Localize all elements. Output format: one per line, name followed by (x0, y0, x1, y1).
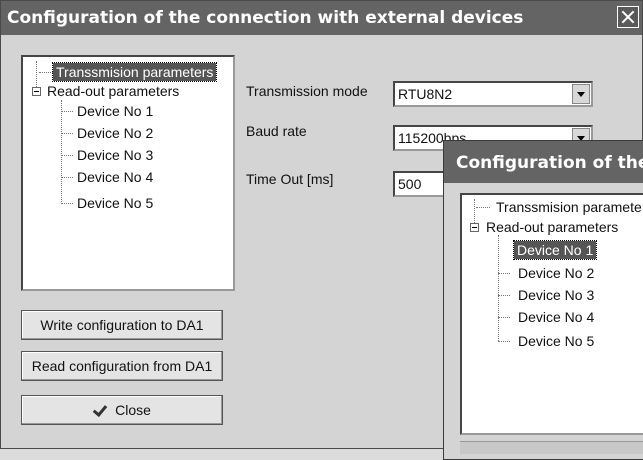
main-tree-view[interactable]: Transsmision parameters Read-out paramet… (21, 55, 235, 291)
overlay-tree-item-device-4[interactable]: Device No 4 (518, 308, 594, 326)
overlay-window-titlebar[interactable]: Configuration of the c (444, 141, 643, 183)
tree-item-device-4[interactable]: Device No 4 (77, 168, 153, 186)
overlay-config-window: Configuration of the c Transsmision para… (443, 140, 643, 460)
transmission-mode-value: RTU8N2 (398, 86, 453, 102)
overlay-tree-item-device-1[interactable]: Device No 1 (512, 240, 598, 260)
close-icon[interactable] (617, 6, 639, 28)
baud-rate-label: Baud rate (246, 123, 307, 139)
tree-item-transmission[interactable]: Transsmision parameters (51, 62, 218, 82)
tree-item-readout[interactable]: Read-out parameters (47, 82, 179, 100)
tree-item-device-5[interactable]: Device No 5 (77, 194, 153, 212)
main-window-titlebar[interactable]: Configuration of the connection with ext… (1, 1, 642, 35)
overlay-tree-view[interactable]: Transsmision paramete Read-out parameter… (460, 193, 643, 435)
tree-item-device-3[interactable]: Device No 3 (77, 146, 153, 164)
overlay-bottom-strip (460, 441, 643, 454)
write-config-button[interactable]: Write configuration to DA1 (21, 310, 223, 340)
tree-item-device-2[interactable]: Device No 2 (77, 124, 153, 142)
overlay-tree-item-transmission[interactable]: Transsmision paramete (496, 198, 642, 216)
overlay-tree-item-device-2[interactable]: Device No 2 (518, 264, 594, 282)
read-config-button[interactable]: Read configuration from DA1 (21, 351, 223, 381)
overlay-window-title: Configuration of the c (456, 153, 643, 173)
tree-item-device-1[interactable]: Device No 1 (77, 102, 153, 120)
overlay-tree-item-readout[interactable]: Read-out parameters (486, 218, 618, 236)
transmission-mode-label: Transmission mode (246, 83, 368, 99)
collapse-icon[interactable] (470, 223, 479, 232)
timeout-label: Time Out [ms] (246, 171, 334, 187)
overlay-tree-item-device-5[interactable]: Device No 5 (518, 332, 594, 350)
transmission-mode-select[interactable]: RTU8N2 (393, 81, 593, 107)
main-window-title: Configuration of the connection with ext… (7, 8, 524, 28)
chevron-down-icon[interactable] (572, 84, 590, 104)
collapse-icon[interactable] (32, 87, 41, 96)
checkmark-icon (93, 404, 109, 418)
close-button-label: Close (115, 402, 151, 418)
overlay-tree-item-device-3[interactable]: Device No 3 (518, 286, 594, 304)
close-button[interactable]: Close (21, 395, 223, 425)
